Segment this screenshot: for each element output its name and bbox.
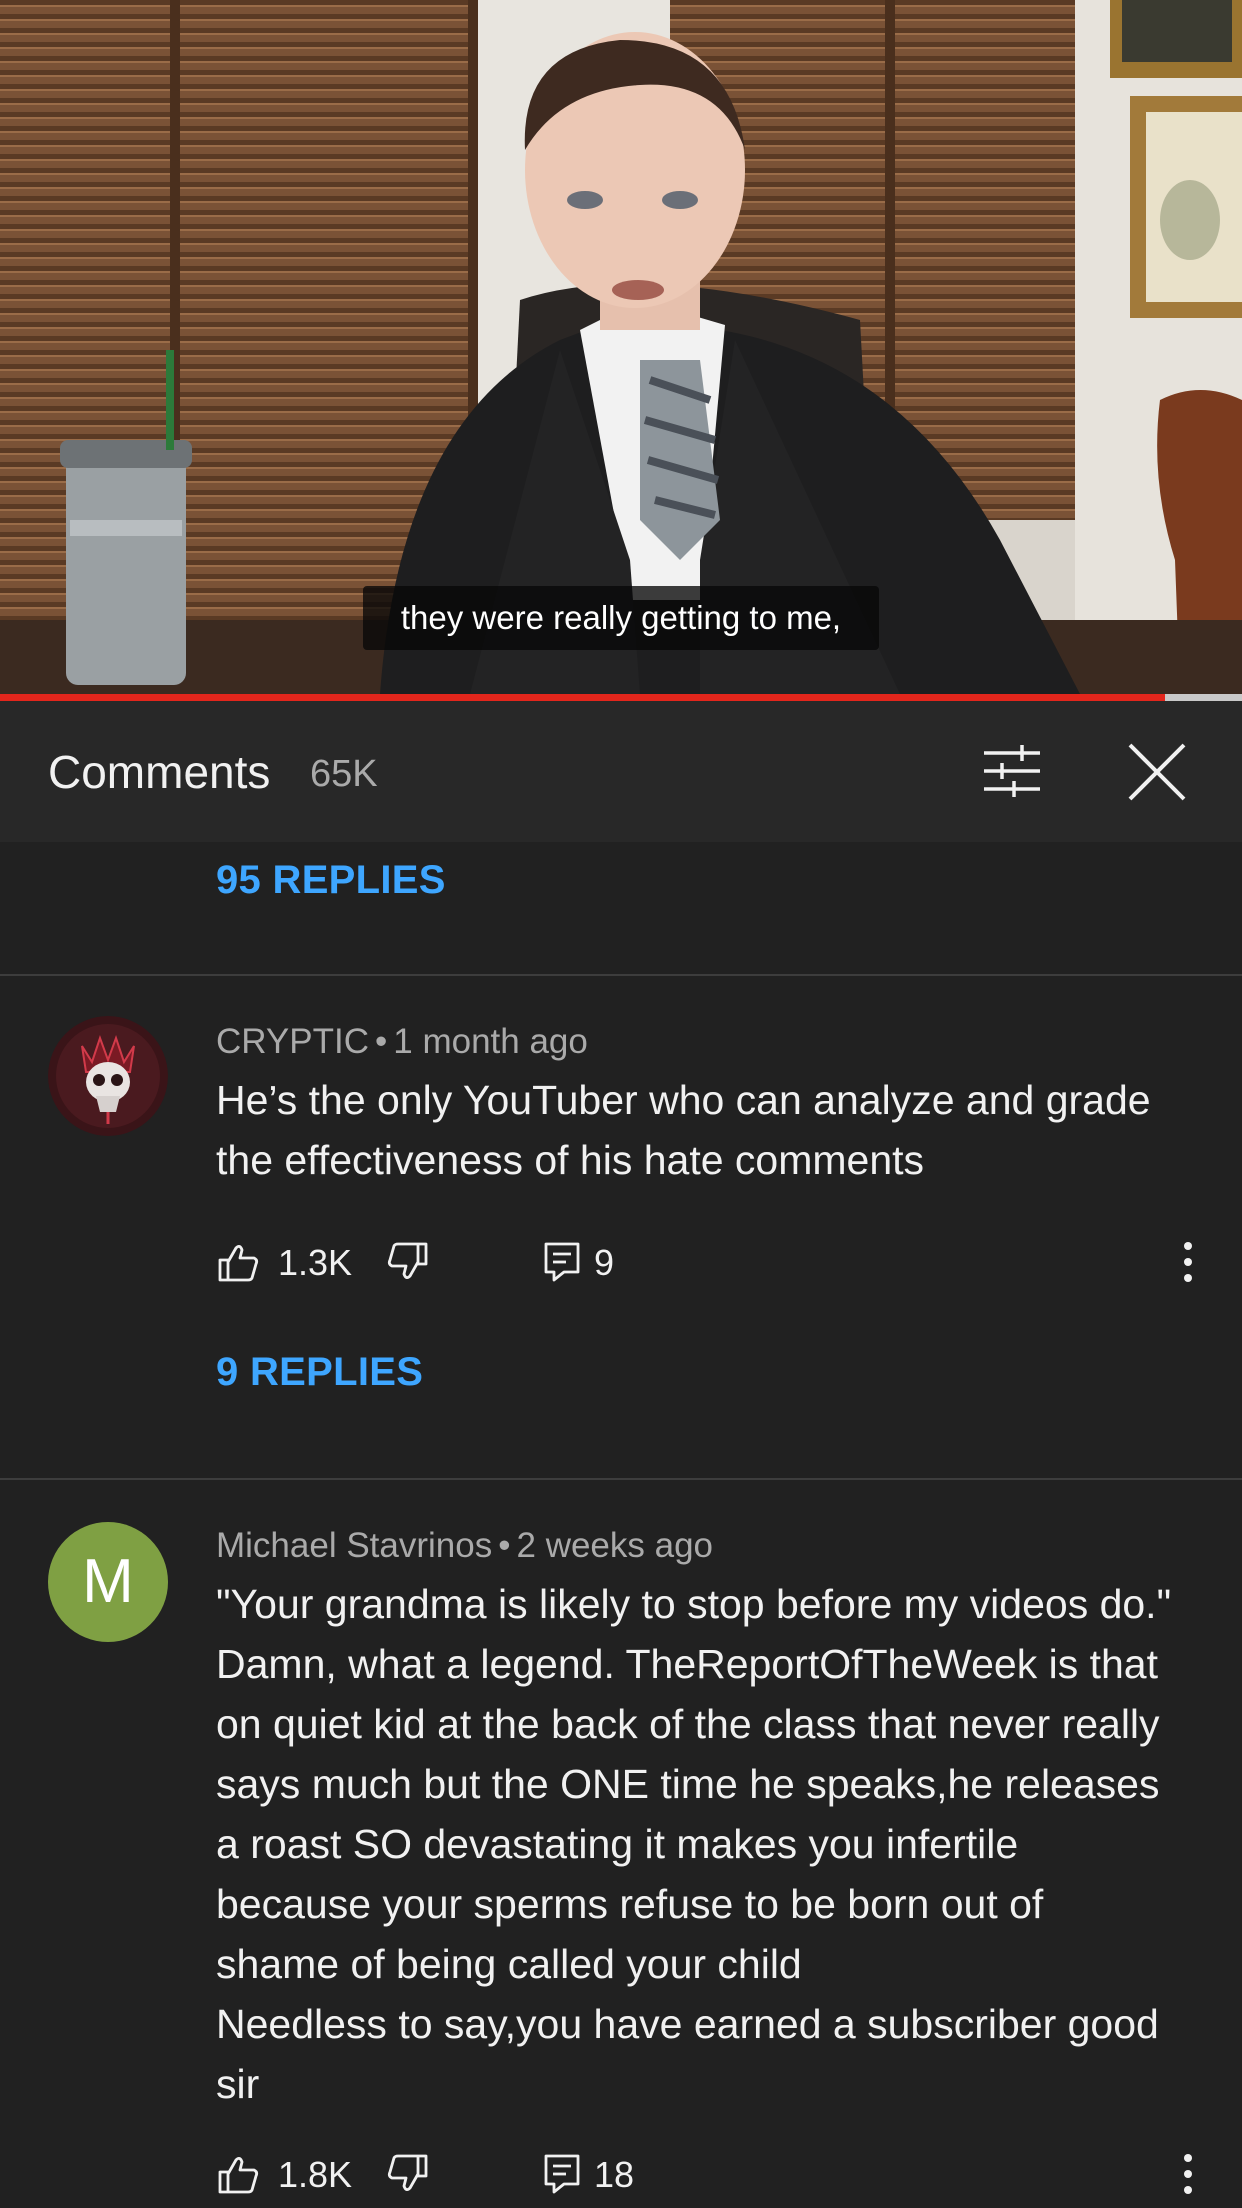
comment-text: He’s the only YouTuber who can analyze a… — [216, 1070, 1206, 1190]
avatar[interactable] — [48, 1016, 168, 1136]
close-comments-button[interactable] — [1126, 741, 1188, 803]
comment-text-line: shame of being called your child — [216, 1941, 802, 1987]
comment-actions: 1.3K 9 — [216, 1232, 1216, 1292]
like-icon[interactable] — [216, 1240, 260, 1284]
skull-avatar-icon — [48, 1016, 168, 1136]
comment-author[interactable]: Michael Stavrinos — [216, 1526, 492, 1565]
comment-text-line: because your sperms refuse to be born ou… — [216, 1881, 1044, 1927]
comment-divider — [0, 1478, 1242, 1480]
comment-text-line: Needless to say,you have earned a subscr… — [216, 2001, 1159, 2047]
meta-separator: • — [498, 1526, 511, 1565]
view-replies-link[interactable]: 95 REPLIES — [216, 858, 446, 903]
reply-count: 9 — [594, 1242, 615, 1283]
like-count: 1.8K — [278, 2154, 353, 2195]
more-options-icon[interactable] — [1176, 2150, 1200, 2198]
sort-sliders-icon — [984, 745, 1040, 797]
video-player[interactable]: they were really getting to me, — [0, 0, 1242, 694]
comment-text-line: says much but the ONE time he speaks,he … — [216, 1761, 1160, 1807]
comment-author[interactable]: CRYPTIC — [216, 1022, 369, 1061]
comment-text-line: Damn, what a legend. TheReportOfTheWeek … — [216, 1641, 1158, 1687]
meta-separator: • — [375, 1022, 388, 1061]
sort-comments-button[interactable] — [980, 739, 1044, 803]
comment-actions: 1.8K 18 — [216, 2144, 1216, 2204]
comment-text: "Your grandma is likely to stop before m… — [216, 1574, 1206, 2114]
video-caption: they were really getting to me, — [363, 586, 879, 650]
reply-count: 18 — [594, 2154, 635, 2195]
reply-comment-icon[interactable] — [540, 2152, 584, 2196]
close-icon — [1128, 743, 1186, 801]
dislike-icon[interactable] — [386, 1240, 430, 1284]
comment-text-line: sir — [216, 2061, 260, 2107]
more-options-icon[interactable] — [1176, 1238, 1200, 1286]
avatar[interactable]: M — [48, 1522, 168, 1642]
comment-time[interactable]: 1 month ago — [393, 1022, 588, 1061]
comment-meta: Michael Stavrinos • 2 weeks ago — [216, 1526, 713, 1566]
comment-meta: CRYPTIC • 1 month ago — [216, 1022, 588, 1062]
comment-text-line: "Your grandma is likely to stop before m… — [216, 1581, 1172, 1627]
like-count: 1.3K — [278, 1242, 353, 1283]
view-replies-link[interactable]: 9 REPLIES — [216, 1350, 423, 1395]
comment-text-line: a roast SO devastating it makes you infe… — [216, 1821, 1019, 1867]
comment-time[interactable]: 2 weeks ago — [517, 1526, 714, 1565]
dislike-icon[interactable] — [386, 2152, 430, 2196]
comments-count: 65K — [310, 753, 378, 795]
video-progress-bar[interactable] — [0, 694, 1242, 701]
comment-text-line: the effectiveness of his hate comments — [216, 1137, 925, 1183]
comments-panel-header: Comments 65K — [0, 701, 1242, 842]
comment-text-line: on quiet kid at the back of the class th… — [216, 1701, 1160, 1747]
comments-title: Comments — [48, 746, 271, 798]
reply-comment-icon[interactable] — [540, 1240, 584, 1284]
comments-list[interactable]: 95 REPLIES CRYPTIC • 1 month ago He’s the … — [0, 842, 1242, 2208]
comment-text-line: He’s the only YouTuber who can analyze a… — [216, 1077, 1151, 1123]
video-progress-fill — [0, 694, 1165, 701]
like-icon[interactable] — [216, 2152, 260, 2196]
comment-divider — [0, 974, 1242, 976]
